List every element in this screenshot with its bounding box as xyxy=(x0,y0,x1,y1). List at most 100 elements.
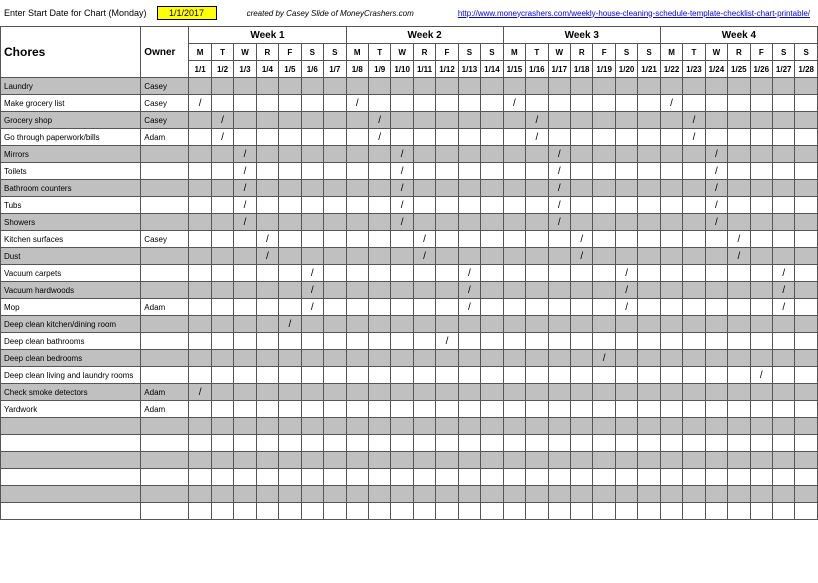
day-cell[interactable] xyxy=(638,214,661,231)
day-cell[interactable] xyxy=(750,401,772,418)
day-cell[interactable] xyxy=(705,401,727,418)
day-cell[interactable] xyxy=(750,197,772,214)
day-cell[interactable] xyxy=(593,486,615,503)
day-cell[interactable] xyxy=(189,214,211,231)
chore-name[interactable] xyxy=(1,452,141,469)
day-cell[interactable] xyxy=(234,248,256,265)
day-cell[interactable] xyxy=(413,503,435,520)
day-cell[interactable] xyxy=(234,78,256,95)
day-cell[interactable] xyxy=(773,367,795,384)
day-cell[interactable] xyxy=(683,503,705,520)
day-cell[interactable] xyxy=(481,401,504,418)
day-cell[interactable] xyxy=(211,78,233,95)
day-cell[interactable] xyxy=(279,112,301,129)
day-cell[interactable] xyxy=(368,265,390,282)
day-cell[interactable] xyxy=(503,197,525,214)
day-cell[interactable] xyxy=(638,146,661,163)
day-cell[interactable] xyxy=(728,435,750,452)
owner-name[interactable] xyxy=(141,163,189,180)
day-cell[interactable] xyxy=(279,248,301,265)
owner-name[interactable] xyxy=(141,452,189,469)
day-cell[interactable] xyxy=(436,112,458,129)
day-cell[interactable] xyxy=(526,469,548,486)
day-cell[interactable] xyxy=(526,333,548,350)
day-cell[interactable] xyxy=(570,469,592,486)
day-cell[interactable] xyxy=(615,469,637,486)
day-cell[interactable] xyxy=(615,197,637,214)
day-cell[interactable] xyxy=(436,248,458,265)
day-cell[interactable] xyxy=(324,350,347,367)
day-cell[interactable] xyxy=(458,248,480,265)
day-cell[interactable] xyxy=(660,129,682,146)
day-cell[interactable] xyxy=(795,78,818,95)
day-cell[interactable] xyxy=(301,384,323,401)
day-cell[interactable] xyxy=(503,78,525,95)
day-cell[interactable] xyxy=(391,282,413,299)
owner-name[interactable] xyxy=(141,282,189,299)
source-link[interactable]: http://www.moneycrashers.com/weekly-hous… xyxy=(458,9,810,18)
day-cell[interactable] xyxy=(593,418,615,435)
day-cell[interactable]: / xyxy=(436,333,458,350)
day-cell[interactable] xyxy=(526,282,548,299)
day-cell[interactable] xyxy=(570,316,592,333)
day-cell[interactable] xyxy=(324,316,347,333)
day-cell[interactable] xyxy=(211,146,233,163)
day-cell[interactable] xyxy=(795,486,818,503)
day-cell[interactable] xyxy=(526,316,548,333)
day-cell[interactable] xyxy=(638,78,661,95)
day-cell[interactable] xyxy=(660,146,682,163)
day-cell[interactable] xyxy=(346,435,368,452)
day-cell[interactable] xyxy=(413,418,435,435)
day-cell[interactable] xyxy=(391,129,413,146)
day-cell[interactable]: / xyxy=(458,282,480,299)
day-cell[interactable] xyxy=(458,95,480,112)
day-cell[interactable]: / xyxy=(503,95,525,112)
owner-name[interactable] xyxy=(141,146,189,163)
day-cell[interactable] xyxy=(570,146,592,163)
day-cell[interactable] xyxy=(773,350,795,367)
day-cell[interactable] xyxy=(368,435,390,452)
chore-name[interactable] xyxy=(1,503,141,520)
day-cell[interactable] xyxy=(368,384,390,401)
day-cell[interactable] xyxy=(279,367,301,384)
day-cell[interactable] xyxy=(368,469,390,486)
day-cell[interactable] xyxy=(413,486,435,503)
day-cell[interactable] xyxy=(324,469,347,486)
day-cell[interactable] xyxy=(368,197,390,214)
day-cell[interactable] xyxy=(615,78,637,95)
day-cell[interactable] xyxy=(256,469,278,486)
day-cell[interactable] xyxy=(660,248,682,265)
day-cell[interactable] xyxy=(413,214,435,231)
day-cell[interactable] xyxy=(570,197,592,214)
day-cell[interactable] xyxy=(279,146,301,163)
day-cell[interactable] xyxy=(593,384,615,401)
chore-name[interactable]: Bathroom counters xyxy=(1,180,141,197)
day-cell[interactable]: / xyxy=(728,248,750,265)
day-cell[interactable] xyxy=(391,452,413,469)
day-cell[interactable] xyxy=(728,214,750,231)
day-cell[interactable] xyxy=(211,180,233,197)
day-cell[interactable] xyxy=(705,435,727,452)
day-cell[interactable] xyxy=(773,452,795,469)
day-cell[interactable] xyxy=(750,503,772,520)
day-cell[interactable] xyxy=(615,418,637,435)
day-cell[interactable] xyxy=(301,401,323,418)
day-cell[interactable] xyxy=(436,282,458,299)
day-cell[interactable] xyxy=(211,503,233,520)
day-cell[interactable] xyxy=(503,452,525,469)
day-cell[interactable] xyxy=(615,214,637,231)
day-cell[interactable] xyxy=(279,384,301,401)
day-cell[interactable] xyxy=(795,418,818,435)
day-cell[interactable] xyxy=(683,367,705,384)
day-cell[interactable] xyxy=(279,265,301,282)
day-cell[interactable] xyxy=(683,350,705,367)
day-cell[interactable] xyxy=(615,112,637,129)
day-cell[interactable] xyxy=(234,299,256,316)
day-cell[interactable] xyxy=(570,367,592,384)
day-cell[interactable] xyxy=(728,401,750,418)
day-cell[interactable] xyxy=(324,503,347,520)
day-cell[interactable] xyxy=(256,316,278,333)
day-cell[interactable] xyxy=(189,265,211,282)
day-cell[interactable] xyxy=(413,95,435,112)
day-cell[interactable] xyxy=(481,418,504,435)
